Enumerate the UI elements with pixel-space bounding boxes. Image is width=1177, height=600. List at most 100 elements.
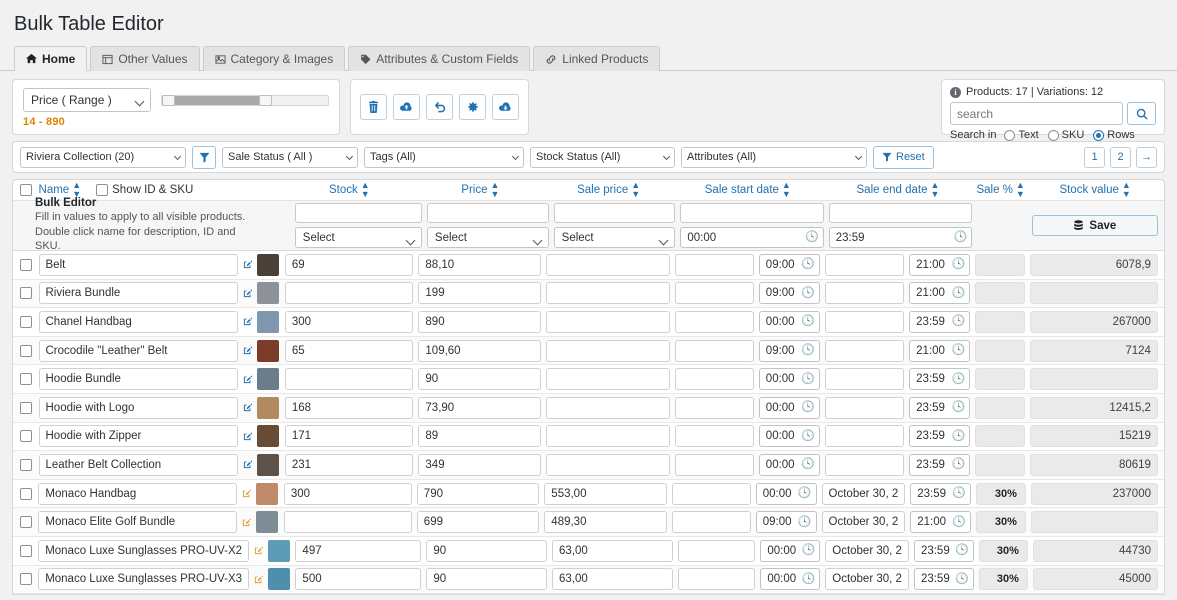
save-button[interactable]: Save: [1032, 215, 1158, 236]
product-name-input[interactable]: Hoodie with Zipper: [39, 425, 239, 447]
sale-start-time-input[interactable]: 00:00🕓: [756, 483, 817, 505]
edit-icon[interactable]: [243, 259, 252, 270]
sale-start-date-input[interactable]: [675, 340, 754, 362]
upload-button[interactable]: [393, 94, 420, 120]
reset-filters-button[interactable]: Reset: [873, 146, 934, 169]
row-checkbox[interactable]: [20, 488, 32, 500]
product-name-input[interactable]: Monaco Elite Golf Bundle: [38, 511, 237, 533]
price-range-slider[interactable]: [161, 95, 329, 106]
sale-start-date-input[interactable]: [678, 568, 756, 590]
row-checkbox[interactable]: [20, 287, 32, 299]
product-thumbnail[interactable]: [257, 397, 279, 419]
stock-input[interactable]: 65: [285, 340, 414, 362]
product-thumbnail[interactable]: [256, 511, 278, 533]
sale-price-input[interactable]: [546, 368, 669, 390]
sale-end-time-input[interactable]: 21:00🕓: [909, 254, 970, 276]
stock-input[interactable]: 69: [285, 254, 414, 276]
price-input[interactable]: 90: [426, 568, 547, 590]
delete-button[interactable]: [360, 94, 387, 120]
search-scope-sku[interactable]: SKU: [1048, 129, 1085, 141]
price-input[interactable]: 199: [418, 282, 541, 304]
sort-icon[interactable]: ▲▼: [1122, 181, 1130, 199]
sale-start-date-input[interactable]: [675, 368, 754, 390]
header-stock-value[interactable]: Stock value ▲▼: [1030, 181, 1164, 199]
search-scope-rows[interactable]: Rows: [1093, 129, 1135, 141]
slider-handle-max[interactable]: [259, 95, 272, 106]
sort-icon[interactable]: ▲▼: [1016, 181, 1024, 199]
row-checkbox[interactable]: [20, 573, 32, 585]
sale-start-time-input[interactable]: 09:00🕓: [759, 254, 820, 276]
sale-start-time-input[interactable]: 00:00🕓: [759, 311, 820, 333]
settings-button[interactable]: [459, 94, 486, 120]
sale-start-date-input[interactable]: [675, 311, 754, 333]
show-id-sku-checkbox[interactable]: [96, 184, 108, 196]
price-input[interactable]: 90: [426, 540, 547, 562]
sale-end-date-input[interactable]: [825, 340, 904, 362]
bulk-stock-select[interactable]: Select: [295, 227, 422, 248]
collection-filter-select[interactable]: Riviera Collection (20): [20, 147, 186, 168]
sale-end-time-input[interactable]: 23:59🕓: [910, 483, 971, 505]
sale-price-input[interactable]: [546, 311, 669, 333]
sale-price-input[interactable]: [546, 340, 669, 362]
sale-end-date-input[interactable]: [825, 368, 904, 390]
sale-end-date-input[interactable]: [825, 397, 904, 419]
product-name-input[interactable]: Monaco Luxe Sunglasses PRO-UV-X2: [38, 540, 249, 562]
product-name-input[interactable]: Crocodile "Leather" Belt: [39, 340, 239, 362]
sale-start-date-input[interactable]: [675, 397, 754, 419]
stock-input[interactable]: [284, 511, 412, 533]
sale-start-date-input[interactable]: [672, 511, 751, 533]
apply-filter-button[interactable]: [192, 146, 216, 169]
sale-start-time-input[interactable]: 00:00🕓: [759, 368, 820, 390]
stock-input[interactable]: 168: [285, 397, 414, 419]
stock-status-filter-select[interactable]: Stock Status (All): [530, 147, 675, 168]
price-input[interactable]: 89: [418, 425, 541, 447]
sale-end-time-input[interactable]: 23:59🕓: [909, 368, 970, 390]
sale-price-input[interactable]: 63,00: [552, 540, 673, 562]
edit-icon[interactable]: [242, 488, 251, 499]
row-checkbox[interactable]: [20, 316, 32, 328]
radio-sku[interactable]: [1048, 130, 1059, 141]
row-checkbox[interactable]: [20, 402, 32, 414]
product-name-input[interactable]: Monaco Handbag: [38, 483, 237, 505]
sale-start-date-input[interactable]: [675, 425, 754, 447]
sale-start-time-input[interactable]: 09:00🕓: [756, 511, 817, 533]
search-scope-text[interactable]: Text: [1004, 129, 1038, 141]
product-thumbnail[interactable]: [257, 311, 279, 333]
product-thumbnail[interactable]: [268, 540, 290, 562]
sale-price-input[interactable]: [546, 282, 669, 304]
sale-end-date-input[interactable]: [825, 311, 904, 333]
bulk-start-time-input[interactable]: 00:00 🕓: [680, 227, 823, 248]
bulk-price-input[interactable]: [427, 203, 549, 223]
sale-end-date-input[interactable]: [825, 425, 904, 447]
header-price[interactable]: Price ▲▼: [418, 181, 546, 199]
product-thumbnail[interactable]: [257, 368, 279, 390]
sale-end-date-input[interactable]: [825, 454, 904, 476]
edit-icon[interactable]: [243, 459, 252, 470]
price-input[interactable]: 90: [418, 368, 541, 390]
product-thumbnail[interactable]: [257, 454, 279, 476]
stock-input[interactable]: 300: [284, 483, 412, 505]
radio-text[interactable]: [1004, 130, 1015, 141]
stock-input[interactable]: [285, 282, 414, 304]
product-thumbnail[interactable]: [257, 282, 279, 304]
product-thumbnail[interactable]: [257, 254, 279, 276]
row-checkbox[interactable]: [20, 459, 32, 471]
header-sale-start-date[interactable]: Sale start date ▲▼: [675, 181, 825, 199]
sale-end-date-input[interactable]: October 30, 2: [822, 483, 906, 505]
price-input[interactable]: 890: [418, 311, 541, 333]
product-thumbnail[interactable]: [257, 425, 279, 447]
row-checkbox[interactable]: [20, 345, 32, 357]
edit-icon[interactable]: [242, 517, 251, 528]
product-name-input[interactable]: Hoodie with Logo: [39, 397, 239, 419]
bulk-sale-price-input[interactable]: [554, 203, 676, 223]
sale-price-input[interactable]: [546, 254, 669, 276]
edit-icon[interactable]: [243, 316, 252, 327]
sale-price-input[interactable]: [546, 397, 669, 419]
next-page-button[interactable]: →: [1136, 147, 1157, 168]
tags-filter-select[interactable]: Tags (All): [364, 147, 524, 168]
price-input[interactable]: 73,90: [418, 397, 541, 419]
product-name-input[interactable]: Hoodie Bundle: [39, 368, 239, 390]
sale-price-input[interactable]: [546, 454, 669, 476]
tab-home[interactable]: Home: [14, 46, 87, 71]
tab-attributes-custom-fields[interactable]: Attributes & Custom Fields: [348, 46, 530, 71]
